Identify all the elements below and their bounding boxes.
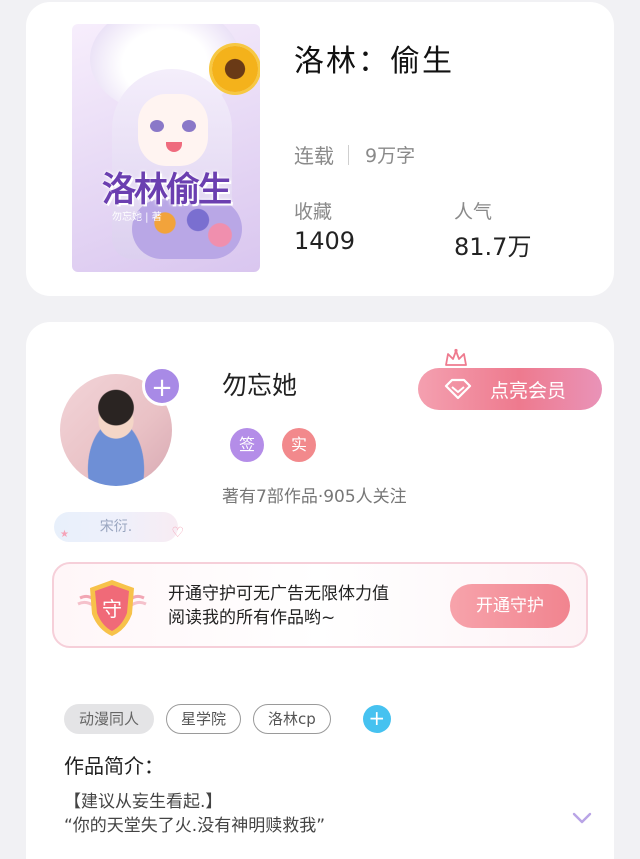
popularity-label: 人气 xyxy=(454,201,493,223)
fan-badge-label: 宋衍. xyxy=(99,519,133,535)
star-icon: ★ xyxy=(60,529,69,540)
book-info-card: 洛林偷生 勿忘她 | 著 洛林：偷生 连载 9万字 收藏 1409 人气 81.… xyxy=(26,2,614,296)
works-summary: 著有7部作品·905人关注 xyxy=(222,487,407,507)
author-card: + 勿忘她 点亮会员 签 实 著有7部作品·905人关注 ★ 宋衍. ♡ 守 开… xyxy=(26,322,614,859)
intro-line: 【建议从妄生看起.】 xyxy=(64,792,223,812)
follow-plus-icon[interactable]: + xyxy=(142,366,182,406)
favorites-label: 收藏 xyxy=(294,201,333,223)
heart-icon: ♡ xyxy=(171,525,184,541)
guard-promo-banner: 守 开通守护可无广告无限体力值 阅读我的所有作品哟~ 开通守护 xyxy=(52,562,588,648)
guard-promo-text: 开通守护可无广告无限体力值 阅读我的所有作品哟~ xyxy=(168,582,389,630)
diamond-icon xyxy=(444,378,472,400)
verified-badge: 实 xyxy=(282,428,316,462)
crown-icon xyxy=(445,348,467,366)
cover-character-face xyxy=(138,94,208,166)
favorites-value: 1409 xyxy=(294,227,356,255)
chevron-down-icon[interactable] xyxy=(572,812,592,824)
tag-pill[interactable]: 星学院 xyxy=(166,704,242,734)
vip-button[interactable]: 点亮会员 xyxy=(418,368,602,410)
book-title: 洛林：偷生 xyxy=(294,44,454,79)
author-name[interactable]: 勿忘她 xyxy=(222,366,297,402)
signed-badge: 签 xyxy=(230,428,264,462)
book-meta: 连载 9万字 xyxy=(294,140,415,169)
intro-title: 作品简介： xyxy=(64,754,164,778)
cover-author-text: 勿忘她 | 著 xyxy=(112,212,162,223)
tag-pill[interactable]: 洛林cp xyxy=(253,704,331,734)
book-word-count: 9万字 xyxy=(365,145,416,167)
author-tags: 动漫同人 星学院 洛林cp + xyxy=(64,704,391,734)
guard-shield-icon: 守 xyxy=(77,580,147,636)
fan-badge: ★ 宋衍. ♡ xyxy=(54,512,184,542)
vip-button-label: 点亮会员 xyxy=(490,379,567,402)
cover-eye xyxy=(182,120,196,132)
open-guard-button[interactable]: 开通守护 xyxy=(450,584,570,628)
intro-line: “你的天堂失了火.没有神明赎救我” xyxy=(64,816,326,836)
popularity-value: 81.7万 xyxy=(454,233,532,261)
intro-text: 【建议从妄生看起.】 “你的天堂失了火.没有神明赎救我” xyxy=(64,790,325,838)
guard-shield-char: 守 xyxy=(102,597,122,621)
book-cover-image[interactable]: 洛林偷生 勿忘她 | 著 xyxy=(72,24,260,272)
guard-promo-line2: 阅读我的所有作品哟~ xyxy=(168,608,336,628)
tag-pill[interactable]: 动漫同人 xyxy=(64,704,155,734)
book-status: 连载 xyxy=(294,144,334,168)
cover-title-text: 洛林偷生 xyxy=(102,170,232,210)
meta-divider xyxy=(348,144,349,165)
guard-promo-line1: 开通守护可无广告无限体力值 xyxy=(168,584,389,604)
cover-eye xyxy=(150,120,164,132)
add-tag-plus-icon[interactable]: + xyxy=(362,705,391,733)
sunflower-icon xyxy=(212,46,258,92)
